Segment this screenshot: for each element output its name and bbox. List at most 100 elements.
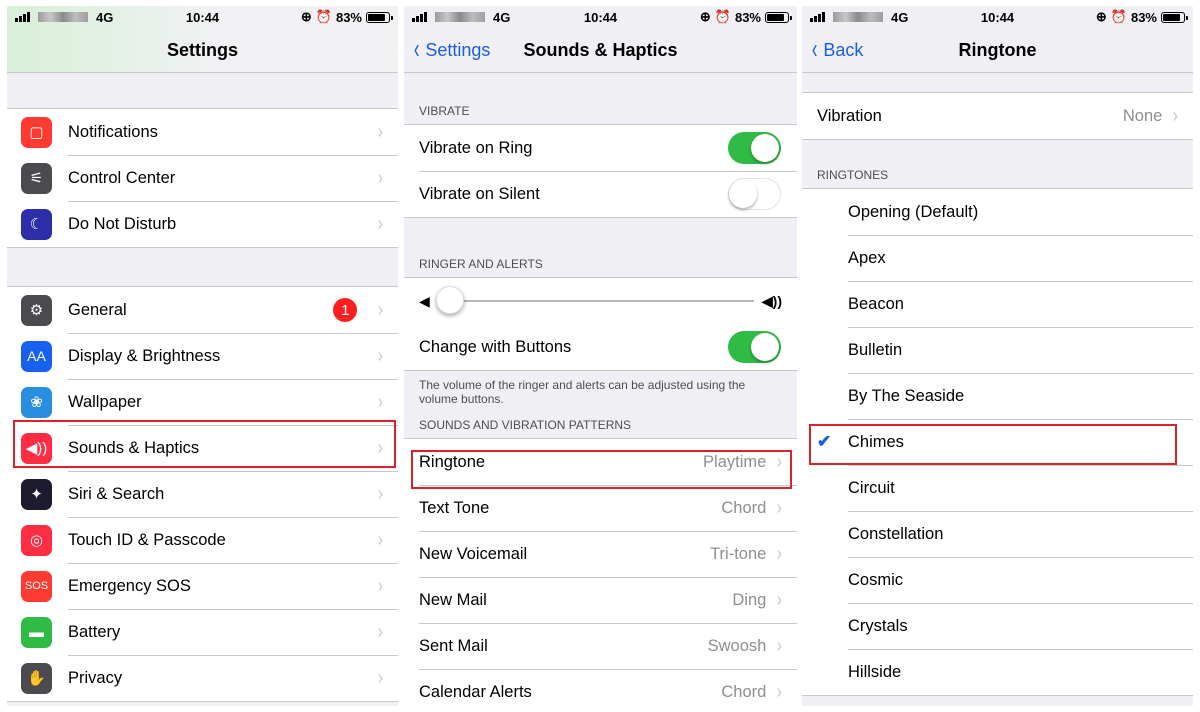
ringtone-option[interactable]: Constellation bbox=[802, 511, 1193, 557]
vibrate-group: Vibrate on Ring Vibrate on Silent bbox=[404, 124, 797, 218]
settings-item-wallpaper[interactable]: ❀ Wallpaper › bbox=[7, 379, 398, 425]
settings-item-sounds-haptics[interactable]: ◀)) Sounds & Haptics › bbox=[7, 425, 398, 471]
ringtone-label: Opening (Default) bbox=[848, 202, 979, 221]
display-icon: AA bbox=[21, 340, 52, 372]
ringtone-option[interactable]: Crystals bbox=[802, 603, 1193, 649]
sos-icon: SOS bbox=[21, 570, 52, 602]
item-label: General bbox=[68, 300, 127, 319]
ringer-group: ◀ ◀)) Change with Buttons bbox=[404, 277, 797, 371]
notifications-icon: ▢ bbox=[21, 116, 52, 148]
pattern-row-new-mail[interactable]: New Mail Ding › bbox=[404, 577, 797, 623]
vibration-group: Vibration None › bbox=[802, 92, 1193, 140]
ringtone-label: Beacon bbox=[848, 294, 904, 313]
alarm-icon: ⏰ bbox=[315, 9, 332, 24]
checkmark-icon: ✔ bbox=[817, 432, 832, 451]
nav-bar: ‹ Back Ringtone bbox=[802, 28, 1193, 73]
vibrate-on-ring-toggle[interactable] bbox=[728, 132, 781, 164]
ringtone-option[interactable]: Opening (Default) bbox=[802, 189, 1193, 235]
notification-badge: 1 bbox=[333, 298, 358, 322]
ringtone-label: Crystals bbox=[848, 616, 908, 635]
pattern-value: Chord bbox=[721, 682, 767, 701]
ringtone-option[interactable]: Bulletin bbox=[802, 327, 1193, 373]
item-label: Emergency SOS bbox=[68, 576, 191, 595]
settings-item-siri-search[interactable]: ✦ Siri & Search › bbox=[7, 471, 398, 517]
pattern-value: Tri-tone bbox=[710, 544, 767, 563]
network-type: 4G bbox=[493, 9, 511, 25]
settings-item-privacy[interactable]: ✋ Privacy › bbox=[7, 655, 398, 701]
page-title: Ringtone bbox=[958, 39, 1037, 60]
settings-item-control-center[interactable]: ⚟ Control Center › bbox=[7, 155, 398, 201]
battery-app-icon: ▬ bbox=[21, 616, 52, 648]
pattern-row-text-tone[interactable]: Text Tone Chord › bbox=[404, 485, 797, 531]
item-label: Siri & Search bbox=[68, 484, 165, 503]
ringtone-option[interactable]: By The Seaside bbox=[802, 373, 1193, 419]
settings-item-touch-id-passcode[interactable]: ◎ Touch ID & Passcode › bbox=[7, 517, 398, 563]
ringtone-label: Chimes bbox=[848, 432, 904, 451]
alarm-icon: ⏰ bbox=[714, 9, 731, 24]
carrier-name-blurred bbox=[833, 12, 883, 22]
section-header-ringtones: RINGTONES bbox=[817, 168, 889, 182]
battery-percent: 83% bbox=[734, 9, 761, 25]
chevron-right-icon: › bbox=[378, 620, 384, 643]
change-with-buttons-row: Change with Buttons bbox=[404, 324, 797, 370]
signal-icon bbox=[810, 12, 825, 22]
vibration-value: None bbox=[1122, 106, 1163, 125]
signal-icon bbox=[412, 12, 427, 22]
item-label: Battery bbox=[68, 622, 121, 641]
back-button[interactable]: ‹ Settings bbox=[412, 28, 491, 73]
volume-low-icon: ◀ bbox=[419, 292, 430, 309]
battery-icon bbox=[765, 11, 792, 23]
settings-item-general[interactable]: ⚙ General 1 › bbox=[7, 287, 398, 333]
ringer-volume-slider[interactable] bbox=[435, 286, 754, 314]
chevron-right-icon: › bbox=[777, 588, 783, 611]
status-bar: 4G 10:44 ⊕ ⏰ 83% bbox=[802, 6, 1193, 28]
nav-bar: Settings bbox=[7, 28, 398, 73]
ringtone-option[interactable]: Beacon bbox=[802, 281, 1193, 327]
pattern-row-calendar-alerts[interactable]: Calendar Alerts Chord › bbox=[404, 669, 797, 706]
ringtone-label: Apex bbox=[848, 248, 886, 267]
speaker-icon: ◀)) bbox=[21, 432, 52, 464]
moon-icon: ☾ bbox=[21, 208, 52, 240]
ringtone-option[interactable]: Apex bbox=[802, 235, 1193, 281]
siri-icon: ✦ bbox=[21, 478, 52, 510]
vibration-row[interactable]: Vibration None › bbox=[802, 93, 1193, 139]
chevron-right-icon: › bbox=[777, 450, 783, 473]
ringtone-option[interactable]: Cosmic bbox=[802, 557, 1193, 603]
back-button[interactable]: ‹ Back bbox=[810, 28, 863, 73]
pattern-label: Sent Mail bbox=[419, 636, 488, 655]
item-label: Do Not Disturb bbox=[68, 214, 177, 233]
pattern-row-ringtone[interactable]: Ringtone Playtime › bbox=[404, 439, 797, 485]
ringtone-label: Circuit bbox=[848, 478, 895, 497]
page-title: Sounds & Haptics bbox=[523, 39, 678, 60]
back-chevron-icon: ‹ bbox=[413, 33, 420, 64]
chevron-right-icon: › bbox=[378, 528, 384, 551]
ringtone-option[interactable]: Hillside bbox=[802, 649, 1193, 695]
rotation-lock-icon: ⊕ bbox=[1095, 9, 1107, 24]
settings-item-emergency-sos[interactable]: SOS Emergency SOS › bbox=[7, 563, 398, 609]
item-label: Display & Brightness bbox=[68, 346, 221, 365]
settings-item-do-not-disturb[interactable]: ☾ Do Not Disturb › bbox=[7, 201, 398, 247]
clock: 10:44 bbox=[185, 9, 220, 25]
change-with-buttons-toggle[interactable] bbox=[728, 331, 781, 363]
settings-item-display-brightness[interactable]: AA Display & Brightness › bbox=[7, 333, 398, 379]
vibrate-on-ring-label: Vibrate on Ring bbox=[419, 138, 533, 157]
ringtone-label: By The Seaside bbox=[848, 386, 965, 405]
pattern-label: New Voicemail bbox=[419, 544, 528, 563]
ringtone-option[interactable]: Circuit bbox=[802, 465, 1193, 511]
pattern-row-sent-mail[interactable]: Sent Mail Swoosh › bbox=[404, 623, 797, 669]
vibrate-on-silent-toggle[interactable] bbox=[728, 178, 781, 210]
slider-thumb[interactable] bbox=[435, 286, 464, 314]
settings-item-notifications[interactable]: ▢ Notifications › bbox=[7, 109, 398, 155]
vibrate-on-silent-row: Vibrate on Silent bbox=[404, 171, 797, 217]
chevron-right-icon: › bbox=[777, 634, 783, 657]
patterns-group: Ringtone Playtime › Text Tone Chord › New Voic… bbox=[404, 438, 797, 706]
network-type: 4G bbox=[96, 9, 114, 25]
pattern-label: Ringtone bbox=[419, 452, 486, 471]
settings-item-battery[interactable]: ▬ Battery › bbox=[7, 609, 398, 655]
ringtone-option[interactable]: ✔ Chimes bbox=[802, 419, 1193, 465]
item-label: Wallpaper bbox=[68, 392, 142, 411]
battery-percent: 83% bbox=[1130, 9, 1157, 25]
pattern-row-new-voicemail[interactable]: New Voicemail Tri-tone › bbox=[404, 531, 797, 577]
vibrate-on-silent-label: Vibrate on Silent bbox=[419, 184, 540, 203]
ringtone-label: Hillside bbox=[848, 662, 902, 681]
